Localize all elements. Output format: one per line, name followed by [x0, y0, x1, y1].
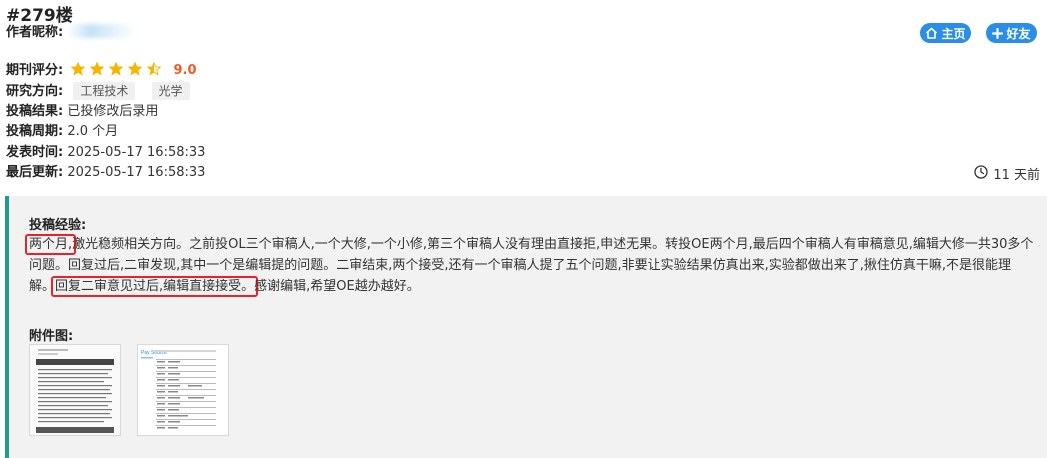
result-value: 已投修改后录用	[67, 104, 159, 119]
clock-icon	[974, 164, 988, 183]
experience-title: 投稿经验:	[29, 218, 87, 233]
published-value: 2025-05-17 16:58:33	[67, 145, 206, 160]
add-friend-button[interactable]: 好友	[986, 23, 1037, 43]
published-label: 发表时间:	[6, 145, 64, 160]
experience-panel: 投稿经验: 两个月,激光稳频相关方向。之前投OL三个审稿人,一个大修,一个小修,…	[5, 196, 1047, 458]
attachments-title: 附件图:	[29, 329, 74, 344]
floor-title: #279楼	[6, 6, 73, 26]
highlight-box: 两个月,	[25, 234, 77, 255]
cycle-label: 投稿周期:	[6, 124, 64, 139]
result-row: 投稿结果: 已投修改后录用	[6, 103, 158, 121]
time-ago: 11 天前	[974, 164, 1040, 183]
highlight-box: 回复二审意见过后,编辑直接接受。	[51, 276, 259, 297]
star-full-icon	[71, 62, 86, 76]
author-nickname-blurred[interactable]	[67, 24, 138, 38]
rating-score: 9.0	[173, 63, 197, 78]
result-label: 投稿结果:	[6, 104, 64, 119]
author-row: 作者昵称:	[6, 24, 138, 42]
plus-icon	[992, 27, 1004, 39]
add-friend-button-label: 好友	[1006, 26, 1031, 41]
direction-row: 研究方向: 工程技术 光学	[6, 82, 190, 101]
home-button[interactable]: 主页	[920, 23, 971, 43]
published-row: 发表时间: 2025-05-17 16:58:33	[6, 144, 205, 162]
direction-tag[interactable]: 工程技术	[73, 82, 136, 100]
cycle-value: 2.0 个月	[67, 124, 119, 139]
time-ago-text: 11 天前	[993, 168, 1040, 183]
star-full-icon	[109, 62, 124, 76]
attachment-thumbnail[interactable]	[29, 344, 121, 436]
rating-row: 期刊评分: 9.0	[6, 62, 197, 80]
star-full-icon	[90, 62, 105, 76]
attachment-thumbnail[interactable]: Pay Source	[137, 344, 229, 436]
home-button-label: 主页	[941, 26, 966, 41]
rating-label: 期刊评分:	[6, 63, 64, 78]
experience-text: 两个月,激光稳频相关方向。之前投OL三个审稿人,一个大修,一个小修,第三个审稿人…	[25, 234, 1035, 297]
updated-label: 最后更新:	[6, 165, 64, 180]
star-half-icon	[147, 62, 162, 76]
cycle-row: 投稿周期: 2.0 个月	[6, 123, 118, 141]
star-full-icon	[128, 62, 143, 76]
updated-row: 最后更新: 2025-05-17 16:58:33	[6, 164, 205, 182]
direction-label: 研究方向:	[6, 84, 64, 99]
direction-tag[interactable]: 光学	[151, 82, 190, 100]
experience-text-part: 感谢编辑,希望OE越办越好。	[254, 279, 420, 294]
rating-stars	[71, 62, 162, 76]
author-label: 作者昵称:	[6, 25, 64, 40]
updated-value: 2025-05-17 16:58:33	[67, 165, 206, 180]
home-icon	[925, 27, 938, 39]
